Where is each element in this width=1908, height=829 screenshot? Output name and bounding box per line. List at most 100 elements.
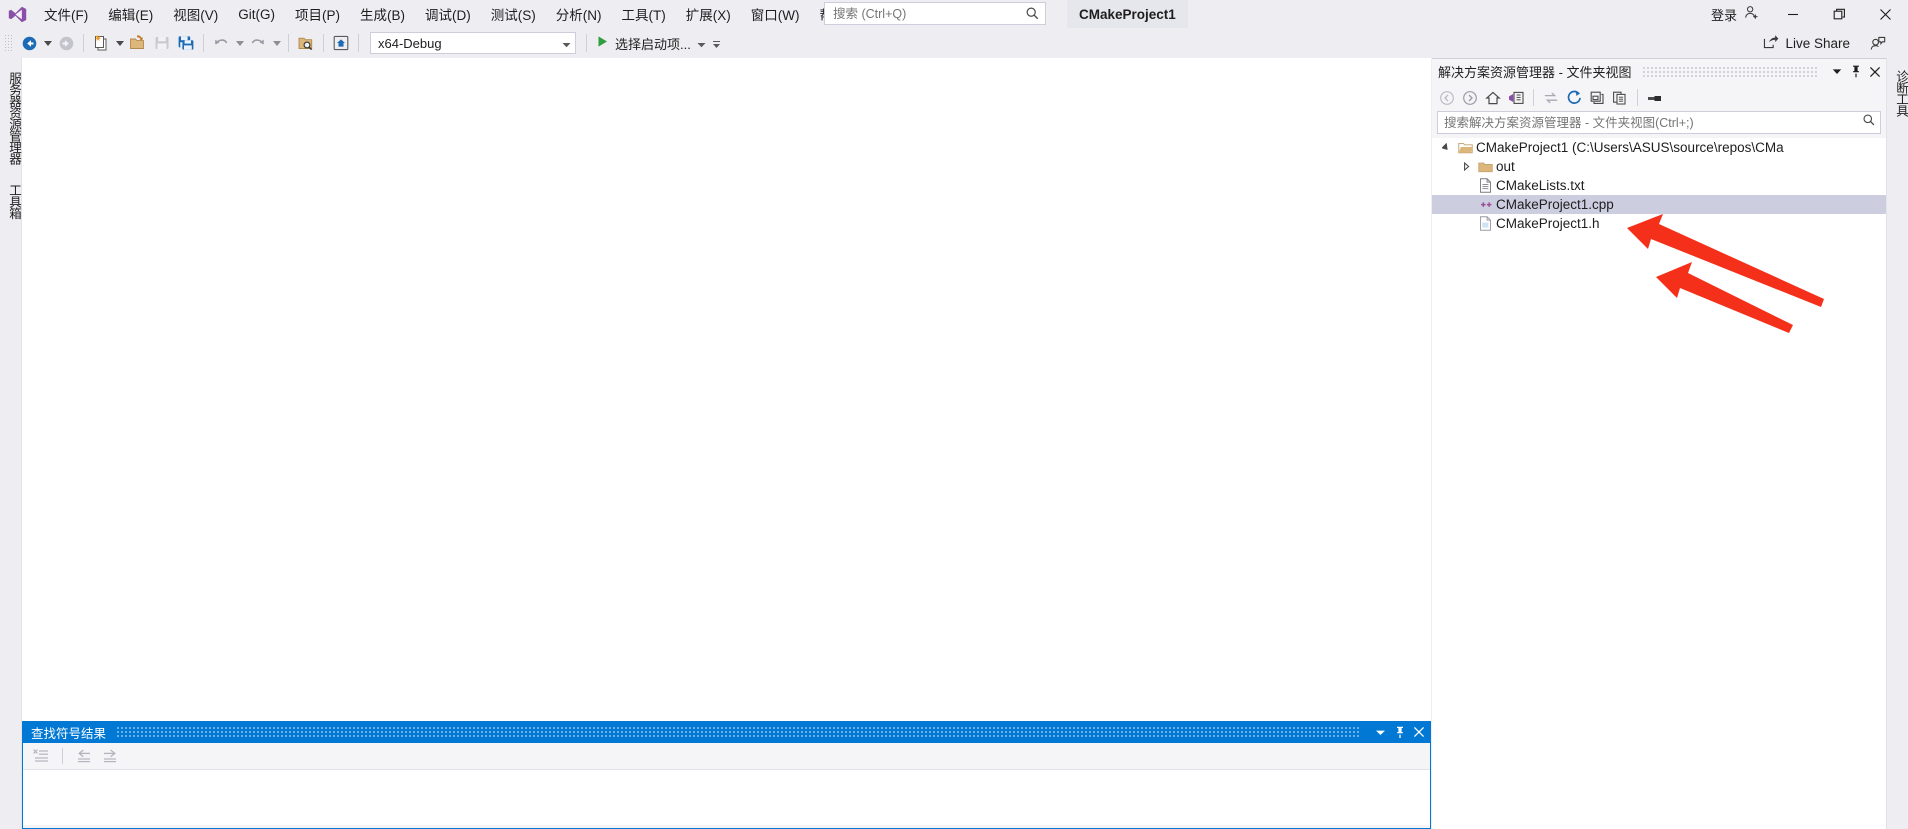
clear-all-icon[interactable] — [29, 745, 53, 767]
undo-dropdown-icon[interactable] — [233, 31, 246, 55]
toolbar-separator — [203, 34, 204, 52]
menu-item-project[interactable]: 项目(P) — [285, 0, 350, 28]
maximize-restore-button[interactable] — [1816, 0, 1862, 28]
menu-item-git[interactable]: Git(G) — [228, 0, 285, 28]
search-input[interactable] — [1444, 115, 1862, 130]
tree-item-cmakeproject1-root[interactable]: CMakeProject1 (C:\Users\ASUS\source\repo… — [1432, 138, 1886, 157]
send-feedback-icon[interactable] — [1864, 31, 1890, 55]
tree-item-cmakelists-txt[interactable]: CMakeLists.txt — [1432, 176, 1886, 195]
new-item-icon[interactable] — [89, 31, 113, 55]
show-all-files-icon[interactable] — [1609, 87, 1631, 109]
expander-collapsed-icon[interactable] — [1458, 157, 1475, 176]
navigate-back-dropdown-icon[interactable] — [41, 31, 54, 55]
next-result-icon[interactable] — [98, 745, 122, 767]
menu-item-file[interactable]: 文件(F) — [34, 0, 98, 28]
tree-item-out[interactable]: out — [1432, 157, 1886, 176]
refresh-icon[interactable] — [1563, 87, 1585, 109]
switch-views-icon[interactable] — [1505, 87, 1527, 109]
start-window-icon[interactable] — [329, 31, 353, 55]
panel-drag-handle[interactable] — [1641, 66, 1817, 77]
solution-explorer-search[interactable] — [1437, 111, 1881, 134]
live-share-label: Live Share — [1785, 35, 1850, 51]
toolbar-overflow-icon[interactable] — [710, 31, 724, 55]
menu-item-test[interactable]: 测试(S) — [481, 0, 546, 28]
live-share-icon — [1762, 33, 1779, 53]
redo-dropdown-icon[interactable] — [270, 31, 283, 55]
panel-title: 查找符号结果 — [31, 726, 107, 741]
properties-icon[interactable] — [1644, 87, 1666, 109]
visual-studio-logo-icon — [0, 0, 34, 28]
find-symbol-results-list[interactable] — [23, 769, 1430, 825]
expander-placeholder — [1458, 195, 1475, 214]
menu-item-view[interactable]: 视图(V) — [163, 0, 228, 28]
menu-item-analyze[interactable]: 分析(N) — [546, 0, 612, 28]
tree-item-label: CMakeProject1 (C:\Users\ASUS\source\repo… — [1476, 140, 1784, 155]
navigate-forward-icon[interactable] — [54, 31, 78, 55]
select-startup-item-button[interactable]: 选择启动项... — [592, 31, 710, 55]
menu-item-extensions[interactable]: 扩展(X) — [676, 0, 741, 28]
chevron-down-icon — [697, 36, 706, 51]
title-bar: 文件(F) 编辑(E) 视图(V) Git(G) 项目(P) 生成(B) 调试(… — [0, 0, 1908, 28]
main-menu[interactable]: 文件(F) 编辑(E) 视图(V) Git(G) 项目(P) 生成(B) 调试(… — [34, 0, 875, 28]
new-item-dropdown-icon[interactable] — [113, 31, 126, 55]
toolbar-separator — [83, 34, 84, 52]
configuration-value: x64-Debug — [378, 35, 442, 51]
visual-studio-window: 文件(F) 编辑(E) 视图(V) Git(G) 项目(P) 生成(B) 调试(… — [0, 0, 1908, 829]
search-icon — [1862, 113, 1876, 132]
pin-icon[interactable] — [1846, 61, 1865, 83]
navigate-back-icon[interactable] — [17, 31, 41, 55]
sidebar-item-diagnostic-tools[interactable]: 诊断工具 — [1889, 64, 1908, 122]
home-icon[interactable] — [1482, 87, 1504, 109]
collapse-all-icon[interactable] — [1586, 87, 1608, 109]
find-in-files-icon[interactable] — [294, 31, 318, 55]
toolbar-grip[interactable] — [4, 34, 14, 52]
redo-icon[interactable] — [246, 31, 270, 55]
expander-expanded-icon[interactable] — [1438, 138, 1455, 157]
left-tool-rail: 服务器资源管理器 工具箱 — [0, 58, 22, 829]
menu-item-tools[interactable]: 工具(T) — [612, 0, 676, 28]
run-play-icon — [596, 35, 609, 51]
find-symbol-results-toolbar — [23, 743, 1430, 769]
previous-result-icon[interactable] — [72, 745, 96, 767]
back-icon[interactable] — [1436, 87, 1458, 109]
save-icon[interactable] — [150, 31, 174, 55]
minimize-button[interactable] — [1770, 0, 1816, 28]
sync-with-active-document-icon[interactable] — [1540, 87, 1562, 109]
sign-in-button[interactable]: 登录 — [1701, 0, 1770, 28]
tree-item-cmakeproject1-h[interactable]: CMakeProject1.h — [1432, 214, 1886, 233]
toolbar-separator — [586, 34, 587, 52]
cpp-file-icon — [1475, 195, 1496, 214]
expander-placeholder — [1458, 176, 1475, 195]
menu-item-debug[interactable]: 调试(D) — [415, 0, 481, 28]
live-share-button[interactable]: Live Share — [1756, 31, 1856, 55]
close-icon[interactable] — [1409, 722, 1428, 742]
toolbar-separator — [62, 748, 63, 764]
chevron-down-icon[interactable] — [1827, 61, 1846, 83]
close-button[interactable] — [1862, 0, 1908, 28]
menu-item-edit[interactable]: 编辑(E) — [98, 0, 163, 28]
chevron-down-icon — [562, 36, 571, 51]
solution-explorer-header: 解决方案资源管理器 - 文件夹视图 — [1432, 58, 1886, 84]
open-file-icon[interactable] — [126, 31, 150, 55]
menu-item-window[interactable]: 窗口(W) — [741, 0, 810, 28]
toolbar-separator — [358, 34, 359, 52]
quick-launch-search[interactable] — [824, 2, 1046, 25]
panel-drag-handle[interactable] — [116, 727, 1361, 737]
toolbar-separator — [323, 34, 324, 52]
menu-item-build[interactable]: 生成(B) — [350, 0, 415, 28]
search-input[interactable] — [833, 6, 1025, 21]
save-all-icon[interactable] — [174, 31, 198, 55]
pin-icon[interactable] — [1390, 722, 1409, 742]
undo-icon[interactable] — [209, 31, 233, 55]
document-area — [22, 58, 1431, 721]
close-icon[interactable] — [1865, 61, 1884, 83]
configuration-combobox[interactable]: x64-Debug — [370, 32, 576, 54]
chevron-down-icon[interactable] — [1371, 722, 1390, 742]
tree-item-label: CMakeLists.txt — [1496, 178, 1585, 193]
tree-item-cmakeproject1-cpp[interactable]: CMakeProject1.cpp — [1432, 195, 1886, 214]
solution-explorer-tree[interactable]: CMakeProject1 (C:\Users\ASUS\source\repo… — [1432, 138, 1886, 829]
find-symbol-results-header: 查找符号结果 — [23, 721, 1430, 743]
forward-icon[interactable] — [1459, 87, 1481, 109]
find-symbol-results-panel: 查找符号结果 — [22, 721, 1431, 829]
startup-item-label: 选择启动项... — [615, 36, 691, 52]
